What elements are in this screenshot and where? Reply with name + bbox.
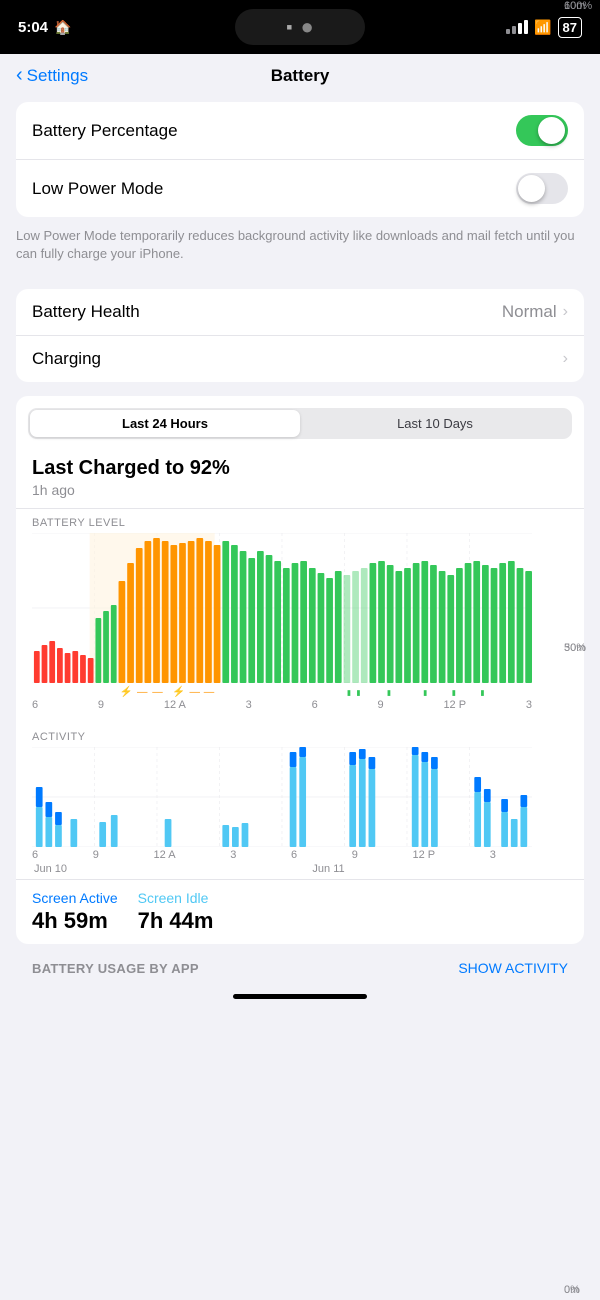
date-label-1: Jun 10	[34, 863, 67, 875]
bottom-nav: BATTERY USAGE BY APP SHOW ACTIVITY	[16, 952, 584, 980]
activity-svg	[32, 747, 532, 847]
battery-x-labels: 6 9 12 A 3 6 9 12 P 3	[32, 699, 568, 711]
low-power-mode-row[interactable]: Low Power Mode	[16, 160, 584, 217]
screen-active-label: Screen Active	[32, 890, 118, 906]
svg-text:—: —	[189, 687, 200, 697]
charge-subtitle: 1h ago	[32, 482, 568, 498]
battery-percentage-row[interactable]: Battery Percentage	[16, 102, 584, 160]
svg-text:▮: ▮	[387, 688, 391, 697]
low-power-description: Low Power Mode temporarily reduces backg…	[16, 221, 584, 277]
svg-text:—: —	[137, 687, 148, 697]
charge-title: Last Charged to 92%	[32, 457, 568, 480]
screen-active-value: 4h 59m	[32, 908, 118, 934]
screen-idle-label: Screen Idle	[138, 890, 214, 906]
activity-label: ACTIVITY	[32, 731, 568, 743]
battery-percentage-toggle[interactable]	[516, 115, 568, 146]
battery-percentage-label: Battery Percentage	[32, 121, 178, 141]
screen-idle-stat: Screen Idle 7h 44m	[138, 890, 214, 934]
screen-idle-value: 7h 44m	[138, 908, 214, 934]
svg-text:▮: ▮	[452, 688, 456, 697]
back-label: Settings	[27, 66, 88, 86]
charging-row[interactable]: Charging ›	[16, 336, 584, 382]
signal-bars	[506, 20, 528, 34]
battery-usage-label: BATTERY USAGE BY APP	[32, 961, 199, 976]
low-power-mode-label: Low Power Mode	[32, 179, 163, 199]
svg-text:⚡: ⚡	[172, 685, 185, 697]
svg-text:▮: ▮	[356, 688, 360, 697]
charge-info: Last Charged to 92% 1h ago	[16, 453, 584, 509]
chip-icon: ▪	[286, 17, 292, 38]
svg-text:—: —	[152, 687, 163, 697]
time-display: 5:04	[18, 19, 48, 36]
usage-chart-section: Last 24 Hours Last 10 Days Last Charged …	[16, 396, 584, 944]
time-range-selector[interactable]: Last 24 Hours Last 10 Days	[28, 408, 572, 439]
show-activity-button[interactable]: SHOW ACTIVITY	[458, 960, 568, 976]
home-icon: 🏠	[54, 19, 71, 36]
battery-settings-section: Battery Percentage Low Power Mode	[16, 102, 584, 217]
nav-bar: ‹ Settings Battery	[0, 54, 600, 94]
low-power-mode-toggle[interactable]	[516, 173, 568, 204]
battery-health-value: Normal	[502, 302, 557, 322]
back-button[interactable]: ‹ Settings	[16, 65, 88, 87]
chevron-left-icon: ‹	[16, 64, 23, 87]
toggle-knob-2	[518, 175, 545, 202]
battery-level-label: BATTERY LEVEL	[32, 517, 568, 529]
tab-10d[interactable]: Last 10 Days	[300, 410, 570, 437]
charging-label: Charging	[32, 349, 101, 369]
battery-health-row[interactable]: Battery Health Normal ›	[16, 289, 584, 336]
battery-health-section: Battery Health Normal › Charging ›	[16, 289, 584, 382]
charging-indicators: ⚡ — — ⚡ — — ▮ ▮ ▮ ▮ ▮ ▮	[32, 683, 532, 697]
svg-text:▮: ▮	[347, 688, 351, 697]
battery-level-svg	[32, 533, 532, 683]
svg-text:—: —	[204, 687, 215, 697]
toggle-knob	[538, 117, 565, 144]
activity-chart: ACTIVITY	[16, 723, 584, 879]
svg-text:⚡: ⚡	[120, 685, 133, 697]
battery-level-chart: BATTERY LEVEL	[16, 509, 584, 715]
svg-text:▮: ▮	[480, 688, 484, 697]
screen-active-stat: Screen Active 4h 59m	[32, 890, 118, 934]
tab-24h[interactable]: Last 24 Hours	[30, 410, 300, 437]
wifi-icon: 📶	[534, 19, 551, 36]
activity-y-labels: 60m 30m 0m	[564, 396, 584, 944]
activity-x-labels: 6 9 12 A 3 6 9 12 P 3 Jun 10 Jun 11	[32, 849, 568, 875]
status-bar: 5:04 🏠 ▪ ● 📶 87	[0, 0, 600, 54]
svg-text:▮: ▮	[423, 688, 427, 697]
dynamic-island: ▪ ●	[235, 9, 365, 45]
date-label-2: Jun 11	[312, 863, 344, 875]
battery-health-label: Battery Health	[32, 302, 140, 322]
screen-time-stats: Screen Active 4h 59m Screen Idle 7h 44m	[16, 879, 584, 944]
home-indicator	[233, 994, 367, 999]
speaker-icon: ●	[301, 14, 314, 40]
page-title: Battery	[271, 66, 330, 86]
